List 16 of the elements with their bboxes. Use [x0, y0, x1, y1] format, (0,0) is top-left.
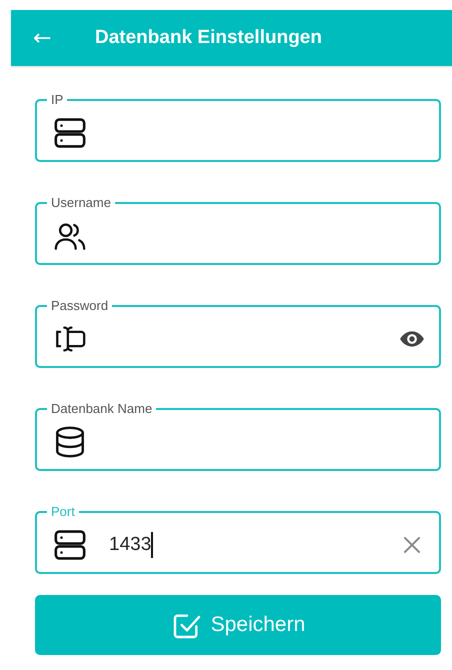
field-label: Username: [50, 195, 112, 211]
field-label: Port: [50, 504, 76, 520]
text-field[interactable]: Username: [35, 195, 441, 265]
text-field[interactable]: Datenbank Name: [35, 401, 441, 471]
text-caret: [151, 532, 154, 558]
field-value: 1433: [109, 534, 152, 556]
field-label: Datenbank Name: [50, 401, 154, 417]
screen-title: Datenbank Einstellungen: [95, 27, 322, 49]
text-field[interactable]: Password: [35, 298, 441, 368]
database-icon: [53, 424, 87, 458]
text-field[interactable]: IP: [35, 92, 441, 162]
field-label: Password: [50, 298, 110, 314]
text-field[interactable]: Port 1433: [35, 504, 441, 574]
server-icon: [53, 528, 87, 562]
server-icon: [53, 116, 87, 150]
field-label: IP: [50, 92, 64, 108]
